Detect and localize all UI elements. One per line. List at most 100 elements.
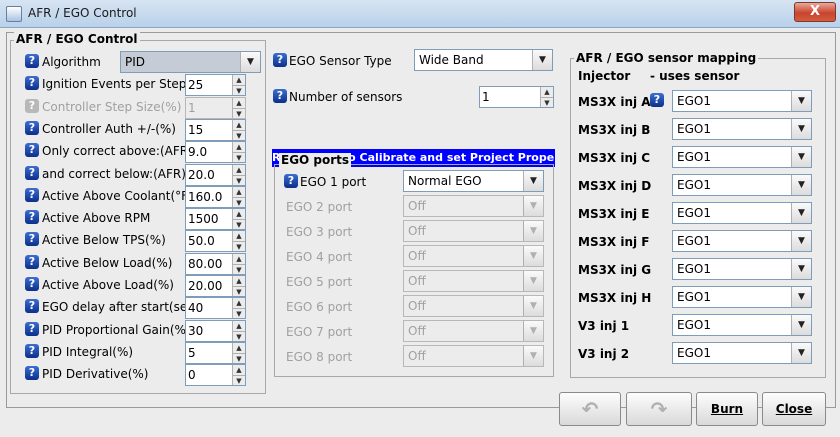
spin-down-icon[interactable]: ▼ [232, 308, 245, 319]
spin-down-icon[interactable]: ▼ [232, 375, 245, 386]
spin-up-icon[interactable]: ▲ [232, 209, 245, 220]
sensor-select[interactable]: EGO1 ▼ [672, 202, 812, 224]
sensor-select[interactable]: EGO1 ▼ [672, 118, 812, 140]
spin-up-icon[interactable]: ▲ [232, 164, 245, 175]
help-icon[interactable]: ? [650, 93, 664, 107]
chevron-down-icon[interactable]: ▼ [791, 147, 811, 167]
title-bar[interactable]: AFR / EGO Control X [0, 0, 840, 28]
help-icon[interactable]: ? [25, 277, 39, 291]
redo-button[interactable]: ↷ [626, 392, 692, 426]
spin-up-icon[interactable]: ▲ [232, 186, 245, 197]
help-icon[interactable]: ? [25, 165, 39, 180]
ego-port-select[interactable]: Normal EGO ▼ [403, 170, 544, 192]
chevron-down-icon[interactable]: ▼ [523, 171, 543, 191]
chevron-down-icon[interactable]: ▼ [791, 203, 811, 223]
algorithm-select[interactable]: PID ▼ [120, 51, 261, 73]
chevron-down-icon[interactable]: ▼ [791, 287, 811, 307]
setting-value: 5 [188, 345, 196, 360]
sensor-select[interactable]: EGO1 ▼ [672, 258, 812, 280]
help-icon[interactable]: ? [284, 174, 298, 188]
help-icon[interactable]: ? [273, 53, 287, 67]
chevron-down-icon[interactable]: ▼ [791, 119, 811, 139]
spin-up-icon[interactable]: ▲ [232, 231, 245, 242]
spin-down-icon[interactable]: ▼ [232, 241, 245, 252]
chevron-down-icon[interactable]: ▼ [791, 315, 811, 335]
setting-label: EGO delay after start(sec) [42, 300, 199, 315]
setting-spinner[interactable]: 80.00 ▲ ▼ [185, 252, 246, 275]
spin-up-icon[interactable]: ▲ [540, 87, 553, 97]
help-icon[interactable]: ? [25, 210, 39, 225]
number-of-sensors-spinner[interactable]: 1 ▲ ▼ [479, 86, 554, 108]
sensor-select[interactable]: EGO1 ▼ [672, 342, 812, 364]
help-icon[interactable]: ? [25, 254, 39, 269]
setting-spinner[interactable]: 20.00 ▲ ▼ [185, 275, 246, 297]
setting-spinner[interactable]: 30 ▲ ▼ [185, 319, 246, 342]
injector-label: MS3X inj C [578, 151, 651, 165]
burn-button[interactable]: Burn [696, 392, 758, 426]
help-icon[interactable]: ? [25, 76, 39, 91]
ego-port-value: Off [408, 299, 426, 313]
setting-spinner[interactable]: 160.0 ▲ ▼ [185, 185, 246, 208]
window-close-button[interactable]: X [794, 2, 836, 22]
help-icon[interactable]: ? [25, 54, 39, 68]
help-icon[interactable]: ? [25, 187, 39, 202]
help-icon[interactable]: ? [25, 299, 39, 314]
help-icon[interactable]: ? [25, 343, 39, 358]
setting-label: Algorithm [42, 55, 101, 69]
setting-spinner[interactable]: 0 ▲ ▼ [185, 364, 246, 387]
ego-port-label: EGO 3 port [286, 225, 353, 239]
chevron-down-icon[interactable]: ▼ [240, 52, 260, 72]
spin-up-icon[interactable]: ▲ [232, 142, 245, 153]
setting-spinner[interactable]: 1500 ▲ ▼ [185, 208, 246, 231]
spin-down-icon[interactable]: ▼ [232, 219, 245, 230]
spin-down-icon[interactable]: ▼ [232, 152, 245, 163]
sensor-select[interactable]: EGO1 ▼ [672, 314, 812, 336]
sensor-select[interactable]: EGO1 ▼ [672, 146, 812, 168]
spin-up-icon[interactable]: ▲ [232, 75, 245, 86]
spin-down-icon[interactable]: ▼ [540, 97, 553, 107]
spin-down-icon[interactable]: ▼ [232, 330, 245, 341]
spin-up-icon[interactable]: ▲ [232, 320, 245, 331]
chevron-down-icon[interactable]: ▼ [791, 231, 811, 251]
setting-spinner[interactable]: 9.0 ▲ ▼ [185, 141, 246, 164]
chevron-down-icon[interactable]: ▼ [791, 91, 811, 111]
setting-spinner[interactable]: 20.0 ▲ ▼ [185, 163, 246, 186]
spin-down-icon[interactable]: ▼ [232, 174, 245, 185]
spin-down-icon[interactable]: ▼ [232, 129, 245, 140]
chevron-down-icon[interactable]: ▼ [791, 259, 811, 279]
help-icon[interactable]: ? [273, 89, 287, 103]
help-icon[interactable]: ? [25, 143, 39, 158]
sensor-select[interactable]: EGO1 ▼ [672, 230, 812, 252]
chevron-down-icon: ▼ [523, 321, 543, 341]
ego-sensor-type-select[interactable]: Wide Band ▼ [414, 49, 553, 71]
afr-ego-control-title: AFR / EGO Control [14, 32, 140, 46]
chevron-down-icon[interactable]: ▼ [791, 343, 811, 363]
help-icon[interactable]: ? [25, 120, 39, 135]
spin-up-icon[interactable]: ▲ [232, 365, 245, 376]
sensor-select[interactable]: EGO1 ▼ [672, 174, 812, 196]
undo-button[interactable]: ↶ [559, 392, 621, 426]
setting-spinner[interactable]: 5 ▲ ▼ [185, 341, 246, 364]
spin-down-icon[interactable]: ▼ [232, 352, 245, 363]
spin-up-icon[interactable]: ▲ [232, 298, 245, 309]
spin-up-icon[interactable]: ▲ [232, 342, 245, 353]
spin-down-icon[interactable]: ▼ [232, 263, 245, 274]
setting-spinner[interactable]: 40 ▲ ▼ [185, 297, 246, 320]
spin-down-icon[interactable]: ▼ [232, 196, 245, 207]
chevron-down-icon[interactable]: ▼ [791, 175, 811, 195]
sensor-select[interactable]: EGO1 ▼ [672, 286, 812, 308]
help-icon[interactable]: ? [25, 232, 39, 247]
setting-spinner[interactable]: 50.0 ▲ ▼ [185, 230, 246, 253]
chevron-down-icon[interactable]: ▼ [532, 50, 552, 70]
spin-up-icon[interactable]: ▲ [232, 253, 245, 264]
spin-up-icon[interactable]: ▲ [232, 276, 245, 286]
close-button[interactable]: Close [762, 392, 826, 426]
spin-down-icon[interactable]: ▼ [232, 286, 245, 296]
setting-spinner[interactable]: 25 ▲ ▼ [185, 74, 246, 97]
setting-spinner[interactable]: 15 ▲ ▼ [185, 118, 246, 141]
spin-down-icon[interactable]: ▼ [232, 85, 245, 96]
help-icon[interactable]: ? [25, 321, 39, 336]
spin-up-icon[interactable]: ▲ [232, 119, 245, 130]
sensor-select[interactable]: EGO1 ▼ [672, 90, 812, 112]
help-icon[interactable]: ? [25, 366, 39, 381]
